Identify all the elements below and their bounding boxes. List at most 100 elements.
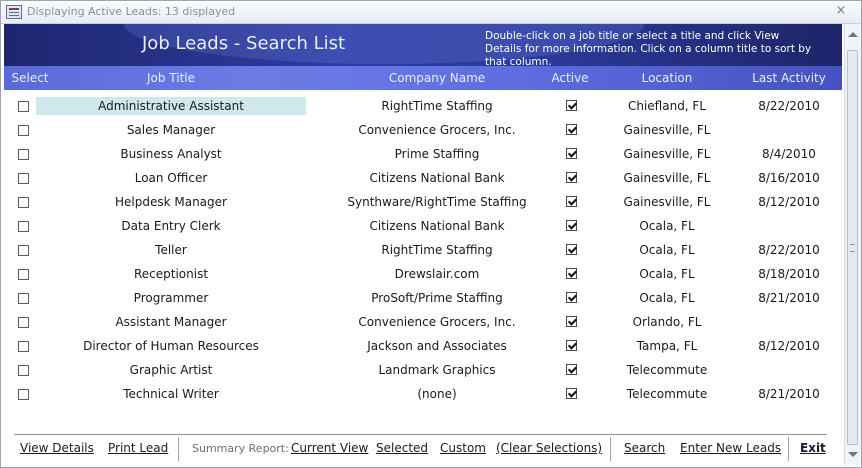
scroll-thumb[interactable] [847,50,858,445]
select-checkbox[interactable] [18,389,29,400]
checkmark-icon [566,100,577,111]
column-header-last-activity[interactable]: Last Activity [734,71,844,85]
company-cell: Jackson and Associates [367,339,507,353]
column-header-location[interactable]: Location [609,71,725,85]
active-checkbox[interactable] [565,339,579,353]
enter-new-leads-button[interactable]: Enter New Leads [680,441,781,455]
active-checkbox[interactable] [565,123,579,137]
clear-selections-button[interactable]: (Clear Selections) [496,441,602,455]
active-checkbox[interactable] [565,147,579,161]
active-checkbox[interactable] [565,171,579,185]
form-header: Job Leads - Search List Double-click on … [4,24,842,66]
list-item[interactable]: Receptionist Drewslair.com Ocala, FL 8/18/2… [4,262,842,286]
job-title-cell[interactable]: Loan Officer [36,169,306,187]
checkmark-icon [566,196,577,207]
location-cell: Chiefland, FL [627,99,707,113]
active-checkbox[interactable] [565,267,579,281]
footer-separator [610,437,611,461]
select-checkbox[interactable] [18,101,29,112]
location-cell: Gainesville, FL [623,195,711,209]
list-item[interactable]: Director of Human Resources Jackson and A… [4,334,842,358]
list-item[interactable]: Helpdesk Manager Synthware/RightTime Staf… [4,190,842,214]
job-title-cell[interactable]: Receptionist [36,265,306,283]
job-title-cell[interactable]: Director of Human Resources [36,337,306,355]
list-item[interactable]: Sales Manager Convenience Grocers, Inc. Ga… [4,118,842,142]
job-title-cell[interactable]: Helpdesk Manager [36,193,306,211]
active-checkbox[interactable] [565,363,579,377]
grip-icon [850,244,855,252]
job-title-cell[interactable]: Technical Writer [36,385,306,403]
list-item[interactable]: Programmer ProSoft/Prime Staffing Ocala, F… [4,286,842,310]
checkmark-icon [566,316,577,327]
help-text: Double-click on a job title or select a … [485,30,812,66]
column-header-company[interactable]: Company Name [337,71,537,85]
column-header-active[interactable]: Active [544,71,596,85]
company-cell: RightTime Staffing [381,243,493,257]
list-item[interactable]: Graphic Artist Landmark Graphics Telecommu… [4,358,842,382]
last-activity-cell: 8/16/2010 [758,171,820,185]
list-item[interactable]: Business Analyst Prime Staffing Gainesvill… [4,142,842,166]
select-checkbox[interactable] [18,341,29,352]
current-view-button[interactable]: Current View [291,441,368,455]
list-item[interactable]: Data Entry Clerk Citizens National Bank Oc… [4,214,842,238]
select-checkbox[interactable] [18,173,29,184]
vertical-scrollbar[interactable] [844,24,861,465]
select-checkbox[interactable] [18,365,29,376]
job-title-cell[interactable]: Business Analyst [36,145,306,163]
last-activity-cell: 8/12/2010 [758,195,820,209]
window-title: Displaying Active Leads: 13 displayed [27,5,236,18]
select-checkbox[interactable] [18,245,29,256]
active-checkbox[interactable] [565,243,579,257]
list-item[interactable]: Teller RightTime Staffing Ocala, FL 8/22/20… [4,238,842,262]
exit-button[interactable]: Exit [800,441,826,455]
select-checkbox[interactable] [18,125,29,136]
column-header-job-title[interactable]: Job Title [36,71,306,85]
location-cell: Telecommute [626,363,708,377]
checkmark-icon [566,148,577,159]
list-item[interactable]: Loan Officer Citizens National Bank Gaines… [4,166,842,190]
active-checkbox[interactable] [565,387,579,401]
footer-separator [788,437,789,461]
checkmark-icon [566,364,577,375]
active-checkbox[interactable] [565,219,579,233]
select-checkbox[interactable] [18,197,29,208]
company-cell: Convenience Grocers, Inc. [358,315,516,329]
job-title-cell[interactable]: Programmer [36,289,306,307]
job-leads-window: Displaying Active Leads: 13 displayed × … [0,0,862,468]
job-title-cell[interactable]: Sales Manager [36,121,306,139]
active-checkbox[interactable] [565,195,579,209]
job-title-cell[interactable]: Teller [36,241,306,259]
list-item[interactable]: Assistant Manager Convenience Grocers, In… [4,310,842,334]
select-checkbox[interactable] [18,269,29,280]
scroll-up-icon[interactable] [848,32,858,37]
select-checkbox[interactable] [18,149,29,160]
job-title-cell[interactable]: Data Entry Clerk [36,217,306,235]
location-cell: Orlando, FL [632,315,702,329]
active-checkbox[interactable] [565,291,579,305]
page-title: Job Leads - Search List [142,33,346,54]
view-details-button[interactable]: View Details [20,441,94,455]
last-activity-cell: 8/21/2010 [758,387,820,401]
close-icon[interactable]: × [833,3,849,19]
select-checkbox[interactable] [18,293,29,304]
last-activity-cell: 8/22/2010 [758,99,820,113]
list-item[interactable]: Administrative Assistant RightTime Staffi… [4,94,842,118]
active-checkbox[interactable] [565,99,579,113]
job-title-cell[interactable]: Administrative Assistant [36,97,306,115]
job-title-cell[interactable]: Graphic Artist [36,361,306,379]
selected-button[interactable]: Selected [376,441,428,455]
job-title-cell[interactable]: Assistant Manager [36,313,306,331]
select-checkbox[interactable] [18,221,29,232]
active-checkbox[interactable] [565,315,579,329]
footer-separator [178,437,179,461]
scroll-down-icon[interactable] [848,452,858,457]
print-lead-button[interactable]: Print Lead [108,441,168,455]
checkmark-icon [566,244,577,255]
search-button[interactable]: Search [624,441,665,455]
select-checkbox[interactable] [18,317,29,328]
list-item[interactable]: Technical Writer (none) Telecommute 8/21/20… [4,382,842,406]
location-cell: Ocala, FL [639,243,695,257]
custom-button[interactable]: Custom [440,441,486,455]
company-cell: Drewslair.com [394,267,480,281]
location-cell: Gainesville, FL [623,147,711,161]
